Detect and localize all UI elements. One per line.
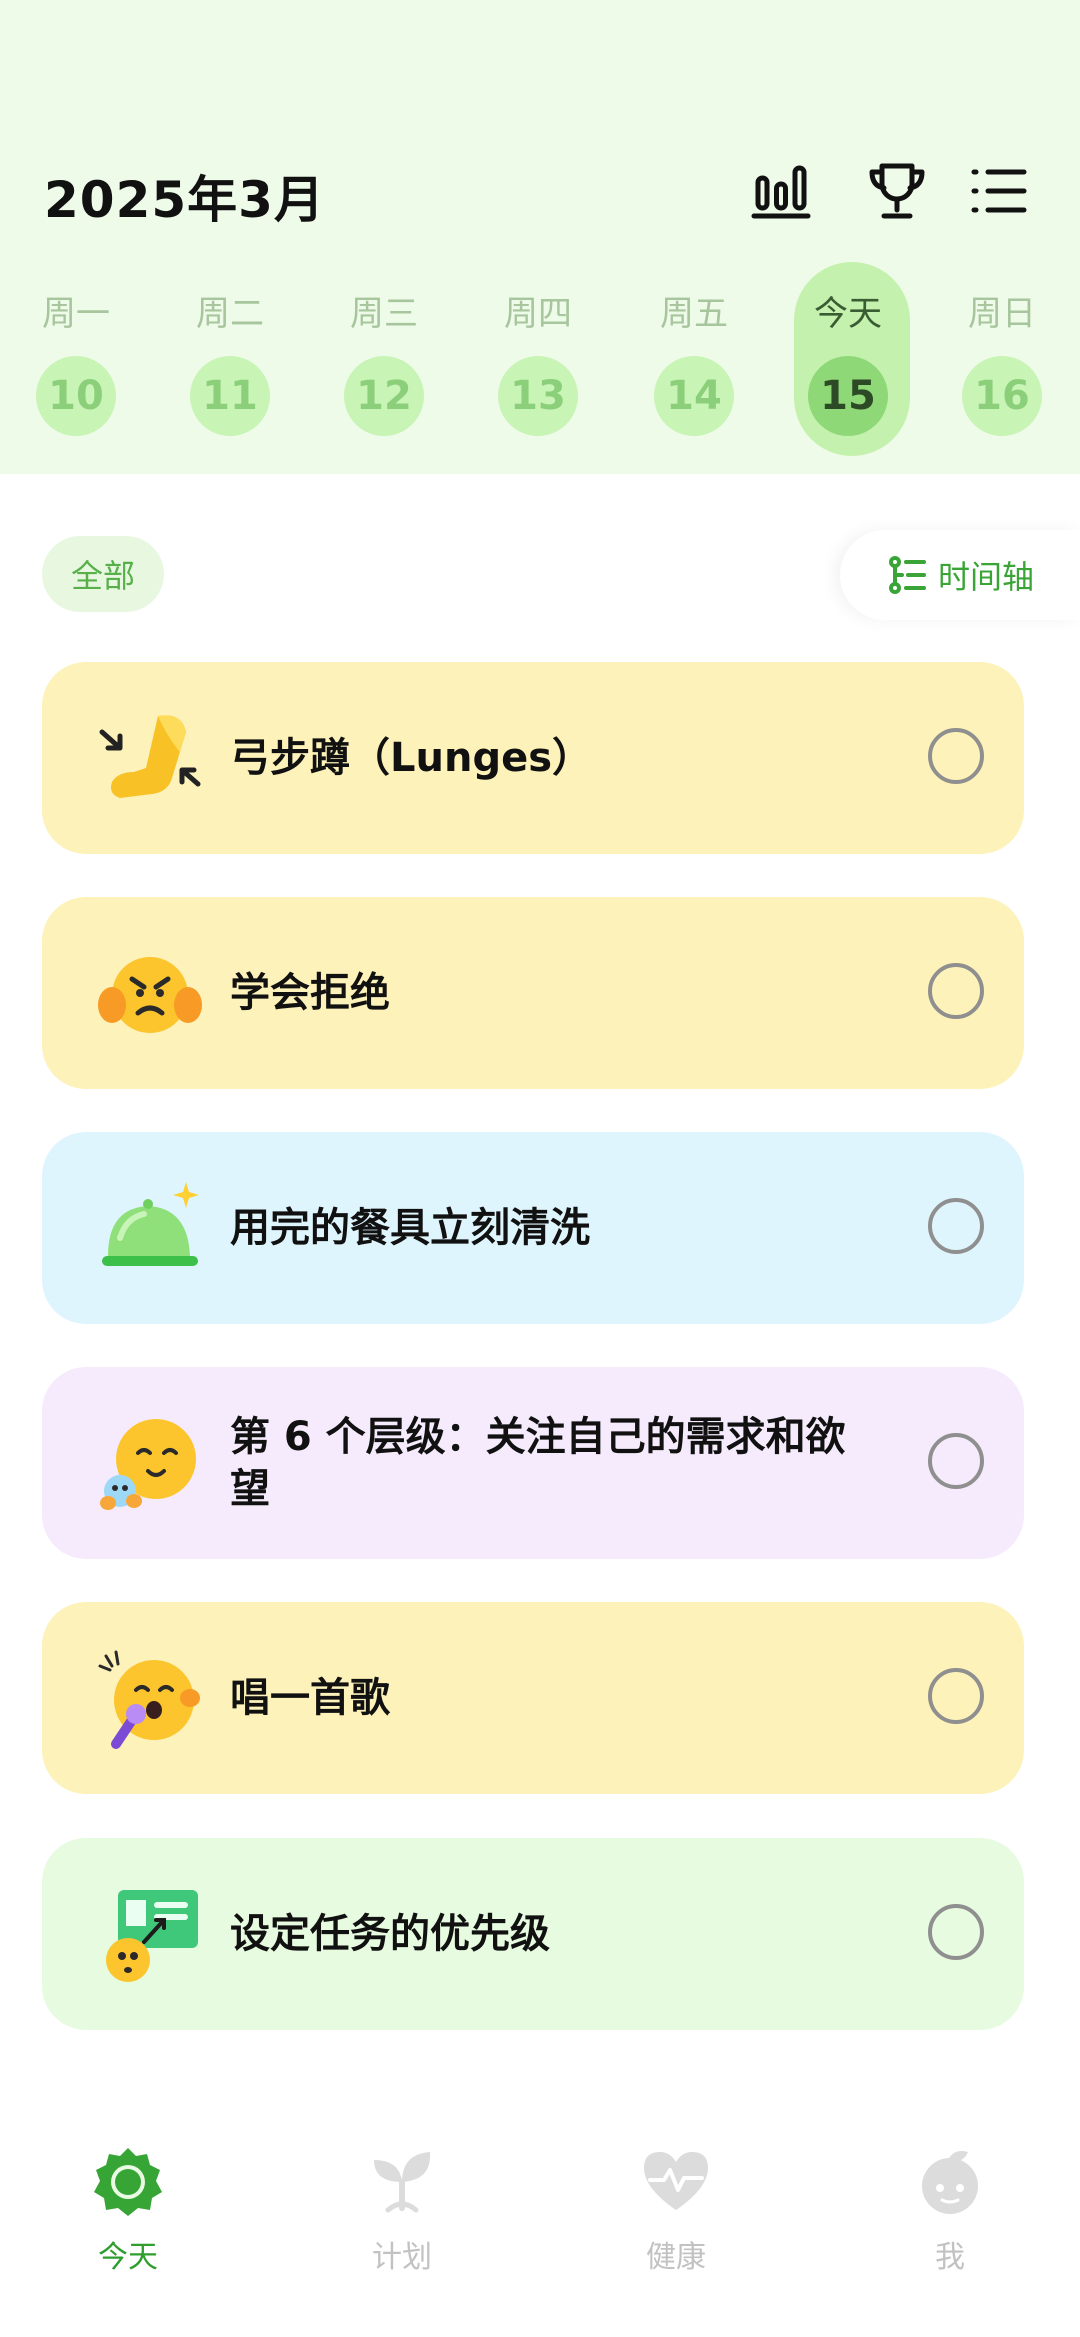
tab-plan[interactable]: 计划 xyxy=(322,2146,482,2286)
task-card[interactable]: 弓步蹲（Lunges） xyxy=(42,662,1024,854)
task-title: 学会拒绝 xyxy=(230,970,390,1016)
task-card[interactable]: 学会拒绝 xyxy=(42,897,1024,1089)
day-label: 周五 xyxy=(660,294,728,334)
timeline-label: 时间轴 xyxy=(938,558,1035,596)
day-number: 13 xyxy=(498,356,578,436)
day-number: 10 xyxy=(36,356,116,436)
planning-board-icon xyxy=(98,1884,202,1988)
task-card[interactable]: 第 6 个层级：关注自己的需求和欲望 xyxy=(42,1367,1024,1559)
day-number: 11 xyxy=(190,356,270,436)
tab-today[interactable]: 今天 xyxy=(48,2146,208,2286)
task-title: 设定任务的优先级 xyxy=(230,1911,550,1957)
day-label: 周一 xyxy=(42,294,110,334)
angry-refuse-face-icon xyxy=(98,943,202,1047)
task-checkbox[interactable] xyxy=(928,1433,984,1489)
day-label: 周四 xyxy=(504,294,572,334)
task-checkbox[interactable] xyxy=(928,1904,984,1960)
stats-bar-chart-icon[interactable] xyxy=(748,158,814,224)
day-tue[interactable]: 周二 11 xyxy=(170,262,290,462)
clean-dish-cover-icon xyxy=(98,1178,202,1282)
day-sun[interactable]: 周日 16 xyxy=(942,262,1062,462)
tab-me[interactable]: 我 xyxy=(870,2146,1030,2286)
header: 2025年3月 周一 10 周二 11 周三 12 周四 13 周五 14 今天… xyxy=(0,0,1080,474)
day-thu[interactable]: 周四 13 xyxy=(478,262,598,462)
task-checkbox[interactable] xyxy=(928,1668,984,1724)
task-title: 弓步蹲（Lunges） xyxy=(230,735,593,781)
tab-health[interactable]: 健康 xyxy=(596,2146,756,2286)
day-label: 周三 xyxy=(350,294,418,334)
tab-label: 计划 xyxy=(372,2240,432,2275)
day-number: 15 xyxy=(808,356,888,436)
day-wed[interactable]: 周三 12 xyxy=(324,262,444,462)
profile-face-icon xyxy=(914,2146,986,2218)
menu-list-icon[interactable] xyxy=(966,158,1032,224)
day-label: 周日 xyxy=(968,294,1036,334)
day-label: 周二 xyxy=(196,294,264,334)
sun-badge-icon xyxy=(92,2146,164,2218)
task-title: 唱一首歌 xyxy=(230,1675,390,1721)
timeline-button[interactable]: 时间轴 xyxy=(840,530,1080,620)
task-card[interactable]: 用完的餐具立刻清洗 xyxy=(42,1132,1024,1324)
tab-label: 健康 xyxy=(646,2240,706,2275)
singing-face-icon xyxy=(98,1648,202,1752)
hugging-face-icon xyxy=(98,1413,202,1517)
tab-label: 今天 xyxy=(98,2240,158,2275)
filter-all-chip[interactable]: 全部 xyxy=(42,536,164,612)
day-number: 16 xyxy=(962,356,1042,436)
task-card[interactable]: 设定任务的优先级 xyxy=(42,1838,1024,2030)
tab-label: 我 xyxy=(935,2240,965,2275)
day-label: 今天 xyxy=(814,294,882,334)
heart-pulse-icon xyxy=(640,2146,712,2218)
task-checkbox[interactable] xyxy=(928,728,984,784)
day-number: 12 xyxy=(344,356,424,436)
task-checkbox[interactable] xyxy=(928,1198,984,1254)
timeline-icon xyxy=(889,556,926,594)
task-title: 用完的餐具立刻清洗 xyxy=(230,1205,590,1251)
day-fri[interactable]: 周五 14 xyxy=(634,262,754,462)
day-mon[interactable]: 周一 10 xyxy=(16,262,136,462)
task-checkbox[interactable] xyxy=(928,963,984,1019)
task-card[interactable]: 唱一首歌 xyxy=(42,1602,1024,1794)
day-number: 14 xyxy=(654,356,734,436)
flexed-leg-icon xyxy=(98,708,202,812)
bottom-tab-bar: 今天 计划 健康 我 xyxy=(0,2100,1080,2337)
task-title: 第 6 个层级：关注自己的需求和欲望 xyxy=(230,1414,846,1512)
week-strip: 周一 10 周二 11 周三 12 周四 13 周五 14 今天 15 周日 1… xyxy=(0,262,1080,462)
month-title[interactable]: 2025年3月 xyxy=(44,160,325,232)
sprout-icon xyxy=(366,2146,438,2218)
trophy-icon[interactable] xyxy=(864,158,930,224)
day-today[interactable]: 今天 15 xyxy=(788,262,910,462)
